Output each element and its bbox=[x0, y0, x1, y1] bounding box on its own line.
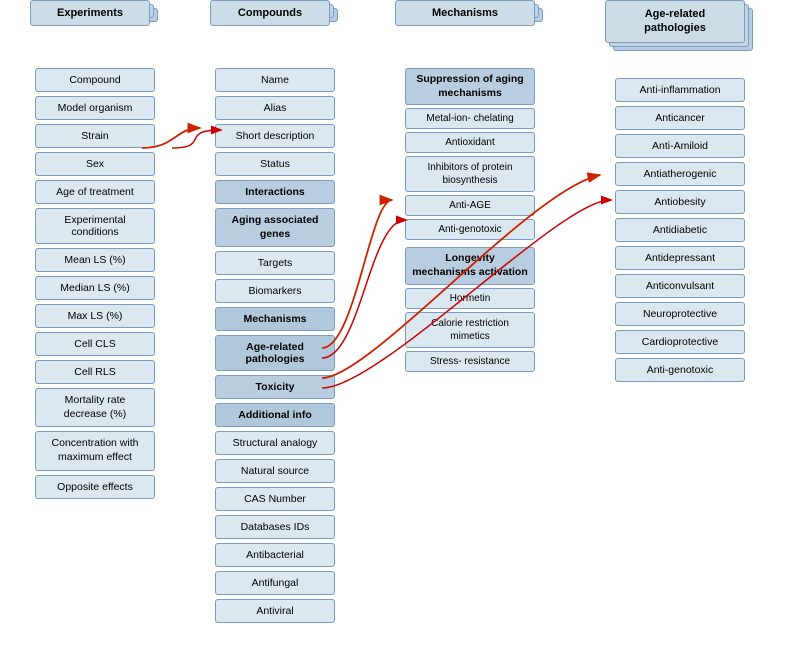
compounds-header-front: Compounds bbox=[210, 0, 330, 26]
exp-experimental-conditions[interactable]: Experimental conditions bbox=[35, 208, 155, 244]
comp-cas-number[interactable]: CAS Number bbox=[215, 487, 335, 511]
comp-structural-analogy[interactable]: Structural analogy bbox=[215, 431, 335, 455]
compounds-header-stack: Compounds bbox=[210, 0, 340, 50]
exp-sex[interactable]: Sex bbox=[35, 152, 155, 176]
comp-alias[interactable]: Alias bbox=[215, 96, 335, 120]
comp-databases-ids[interactable]: Databases IDs bbox=[215, 515, 335, 539]
diagram-container: Experiments Compound Model organism Stra… bbox=[0, 0, 800, 662]
exp-compound[interactable]: Compound bbox=[35, 68, 155, 92]
path-anticancer[interactable]: Anticancer bbox=[615, 106, 745, 130]
comp-toxicity[interactable]: Toxicity bbox=[215, 375, 335, 399]
exp-median-ls[interactable]: Median LS (%) bbox=[35, 276, 155, 300]
exp-mortality-rate[interactable]: Mortality rate decrease (%) bbox=[35, 388, 155, 427]
mech-inhibitors-protein[interactable]: Inhibitors of protein biosynthesis bbox=[405, 156, 535, 192]
comp-targets[interactable]: Targets bbox=[215, 251, 335, 275]
path-antiatherogenic[interactable]: Antiatherogenic bbox=[615, 162, 745, 186]
mech-longevity-header[interactable]: Longevity mechanisms activation bbox=[405, 247, 535, 284]
comp-mechanisms[interactable]: Mechanisms bbox=[215, 307, 335, 331]
path-cardioprotective[interactable]: Cardioprotective bbox=[615, 330, 745, 354]
comp-antifungal[interactable]: Antifungal bbox=[215, 571, 335, 595]
column-compounds: Compounds Name Alias Short description S… bbox=[200, 0, 350, 627]
comp-antiviral[interactable]: Antiviral bbox=[215, 599, 335, 623]
path-neuroprotective[interactable]: Neuroprotective bbox=[615, 302, 745, 326]
mech-anti-age[interactable]: Anti-AGE bbox=[405, 195, 535, 216]
path-anti-inflammation[interactable]: Anti-inflammation bbox=[615, 78, 745, 102]
exp-cell-cls[interactable]: Cell CLS bbox=[35, 332, 155, 356]
comp-interactions[interactable]: Interactions bbox=[215, 180, 335, 204]
experiments-header-front: Experiments bbox=[30, 0, 150, 26]
path-antidepressant[interactable]: Antidepressant bbox=[615, 246, 745, 270]
exp-strain[interactable]: Strain bbox=[35, 124, 155, 148]
path-anticonvulsant[interactable]: Anticonvulsant bbox=[615, 274, 745, 298]
path-anti-genotoxic[interactable]: Anti-genotoxic bbox=[615, 358, 745, 382]
exp-concentration[interactable]: Concentration with maximum effect bbox=[35, 431, 155, 470]
mechanisms-header-stack: Mechanisms bbox=[395, 0, 545, 50]
path-antidiabetic[interactable]: Antidiabetic bbox=[615, 218, 745, 242]
exp-age-of-treatment[interactable]: Age of treatment bbox=[35, 180, 155, 204]
comp-additional-info[interactable]: Additional info bbox=[215, 403, 335, 427]
comp-biomarkers[interactable]: Biomarkers bbox=[215, 279, 335, 303]
mech-stress-resistance[interactable]: Stress- resistance bbox=[405, 351, 535, 372]
comp-aging-genes[interactable]: Aging associated genes bbox=[215, 208, 335, 247]
path-anti-amiloid[interactable]: Anti-Amiloid bbox=[615, 134, 745, 158]
exp-opposite-effects[interactable]: Opposite effects bbox=[35, 475, 155, 499]
mech-calorie-restriction[interactable]: Calorie restriction mimetics bbox=[405, 312, 535, 348]
comp-natural-source[interactable]: Natural source bbox=[215, 459, 335, 483]
experiments-header-stack: Experiments bbox=[30, 0, 160, 50]
comp-antibacterial[interactable]: Antibacterial bbox=[215, 543, 335, 567]
comp-status[interactable]: Status bbox=[215, 152, 335, 176]
column-pathologies: Age-related pathologies Age-related path… bbox=[600, 0, 760, 386]
exp-cell-rls[interactable]: Cell RLS bbox=[35, 360, 155, 384]
exp-max-ls[interactable]: Max LS (%) bbox=[35, 304, 155, 328]
comp-name[interactable]: Name bbox=[215, 68, 335, 92]
exp-model-organism[interactable]: Model organism bbox=[35, 96, 155, 120]
path-antiobesity[interactable]: Antiobesity bbox=[615, 190, 745, 214]
column-mechanisms: Mechanisms Suppression of aging mechanis… bbox=[390, 0, 550, 375]
pathologies-header-front: Age-related pathologies bbox=[605, 0, 745, 43]
pathologies-header-stack: Age-related pathologies Age-related path… bbox=[605, 0, 755, 60]
comp-age-related-pathologies[interactable]: Age-related pathologies bbox=[215, 335, 335, 371]
comp-short-description[interactable]: Short description bbox=[215, 124, 335, 148]
mechanisms-header-front: Mechanisms bbox=[395, 0, 535, 26]
mech-antioxidant[interactable]: Antioxidant bbox=[405, 132, 535, 153]
column-experiments: Experiments Compound Model organism Stra… bbox=[20, 0, 170, 503]
mech-suppression-header[interactable]: Suppression of aging mechanisms bbox=[405, 68, 535, 105]
mechanisms-group: Suppression of aging mechanisms Metal-io… bbox=[400, 68, 540, 375]
exp-mean-ls[interactable]: Mean LS (%) bbox=[35, 248, 155, 272]
mech-anti-genotoxic[interactable]: Anti-genotoxic bbox=[405, 219, 535, 240]
mech-metal-ion[interactable]: Metal-ion- chelating bbox=[405, 108, 535, 129]
mech-hormetin[interactable]: Hormetin bbox=[405, 288, 535, 309]
